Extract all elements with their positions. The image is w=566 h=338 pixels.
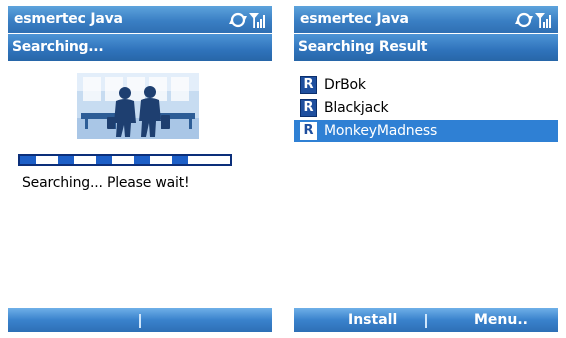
result-label: DrBok [324, 77, 366, 93]
sync-icon [515, 12, 533, 28]
result-item-blackjack[interactable]: R Blackjack [294, 97, 558, 119]
result-item-drbok[interactable]: R DrBok [294, 74, 558, 96]
status-message: Searching... Please wait! [22, 175, 190, 191]
softkey-divider [425, 314, 427, 328]
menu-softkey[interactable]: Menu.. [474, 312, 528, 328]
progress-segment [172, 156, 188, 164]
sync-icon [229, 12, 247, 28]
progress-segment [20, 156, 36, 164]
result-label: Blackjack [324, 100, 389, 116]
status-icons [229, 12, 265, 28]
screen-header: Searching Result [294, 34, 558, 61]
progress-segment [58, 156, 74, 164]
app-badge-icon: R [300, 76, 317, 94]
title-bar: esmertec Java [294, 6, 558, 33]
progress-segment [134, 156, 150, 164]
travelers-illustration [77, 73, 199, 139]
signal-strength-icon [535, 13, 551, 28]
result-label: MonkeyMadness [324, 123, 438, 139]
phone-screen-searching: esmertec Java Searching... Searching... … [8, 6, 272, 332]
app-badge-icon: R [300, 99, 317, 117]
screen-title: Searching Result [298, 39, 428, 55]
phone-screen-results: esmertec Java Searching Result R DrBok R… [294, 6, 558, 332]
app-badge-icon: R [300, 122, 317, 140]
install-softkey[interactable]: Install [348, 312, 397, 328]
screen-title: Searching... [12, 39, 104, 55]
app-title: esmertec Java [300, 11, 409, 27]
screen-header: Searching... [8, 34, 272, 61]
result-item-monkeymadness[interactable]: R MonkeyMadness [294, 120, 558, 142]
search-progress-bar [18, 154, 232, 166]
signal-strength-icon [249, 13, 265, 28]
softkey-divider [139, 314, 141, 328]
softkey-bar [8, 308, 272, 332]
title-bar: esmertec Java [8, 6, 272, 33]
progress-segment [96, 156, 112, 164]
results-list: R DrBok R Blackjack R MonkeyMadness [294, 74, 558, 143]
status-icons [515, 12, 551, 28]
softkey-bar: Install Menu.. [294, 308, 558, 332]
app-title: esmertec Java [14, 11, 123, 27]
progress-segments [20, 156, 188, 164]
